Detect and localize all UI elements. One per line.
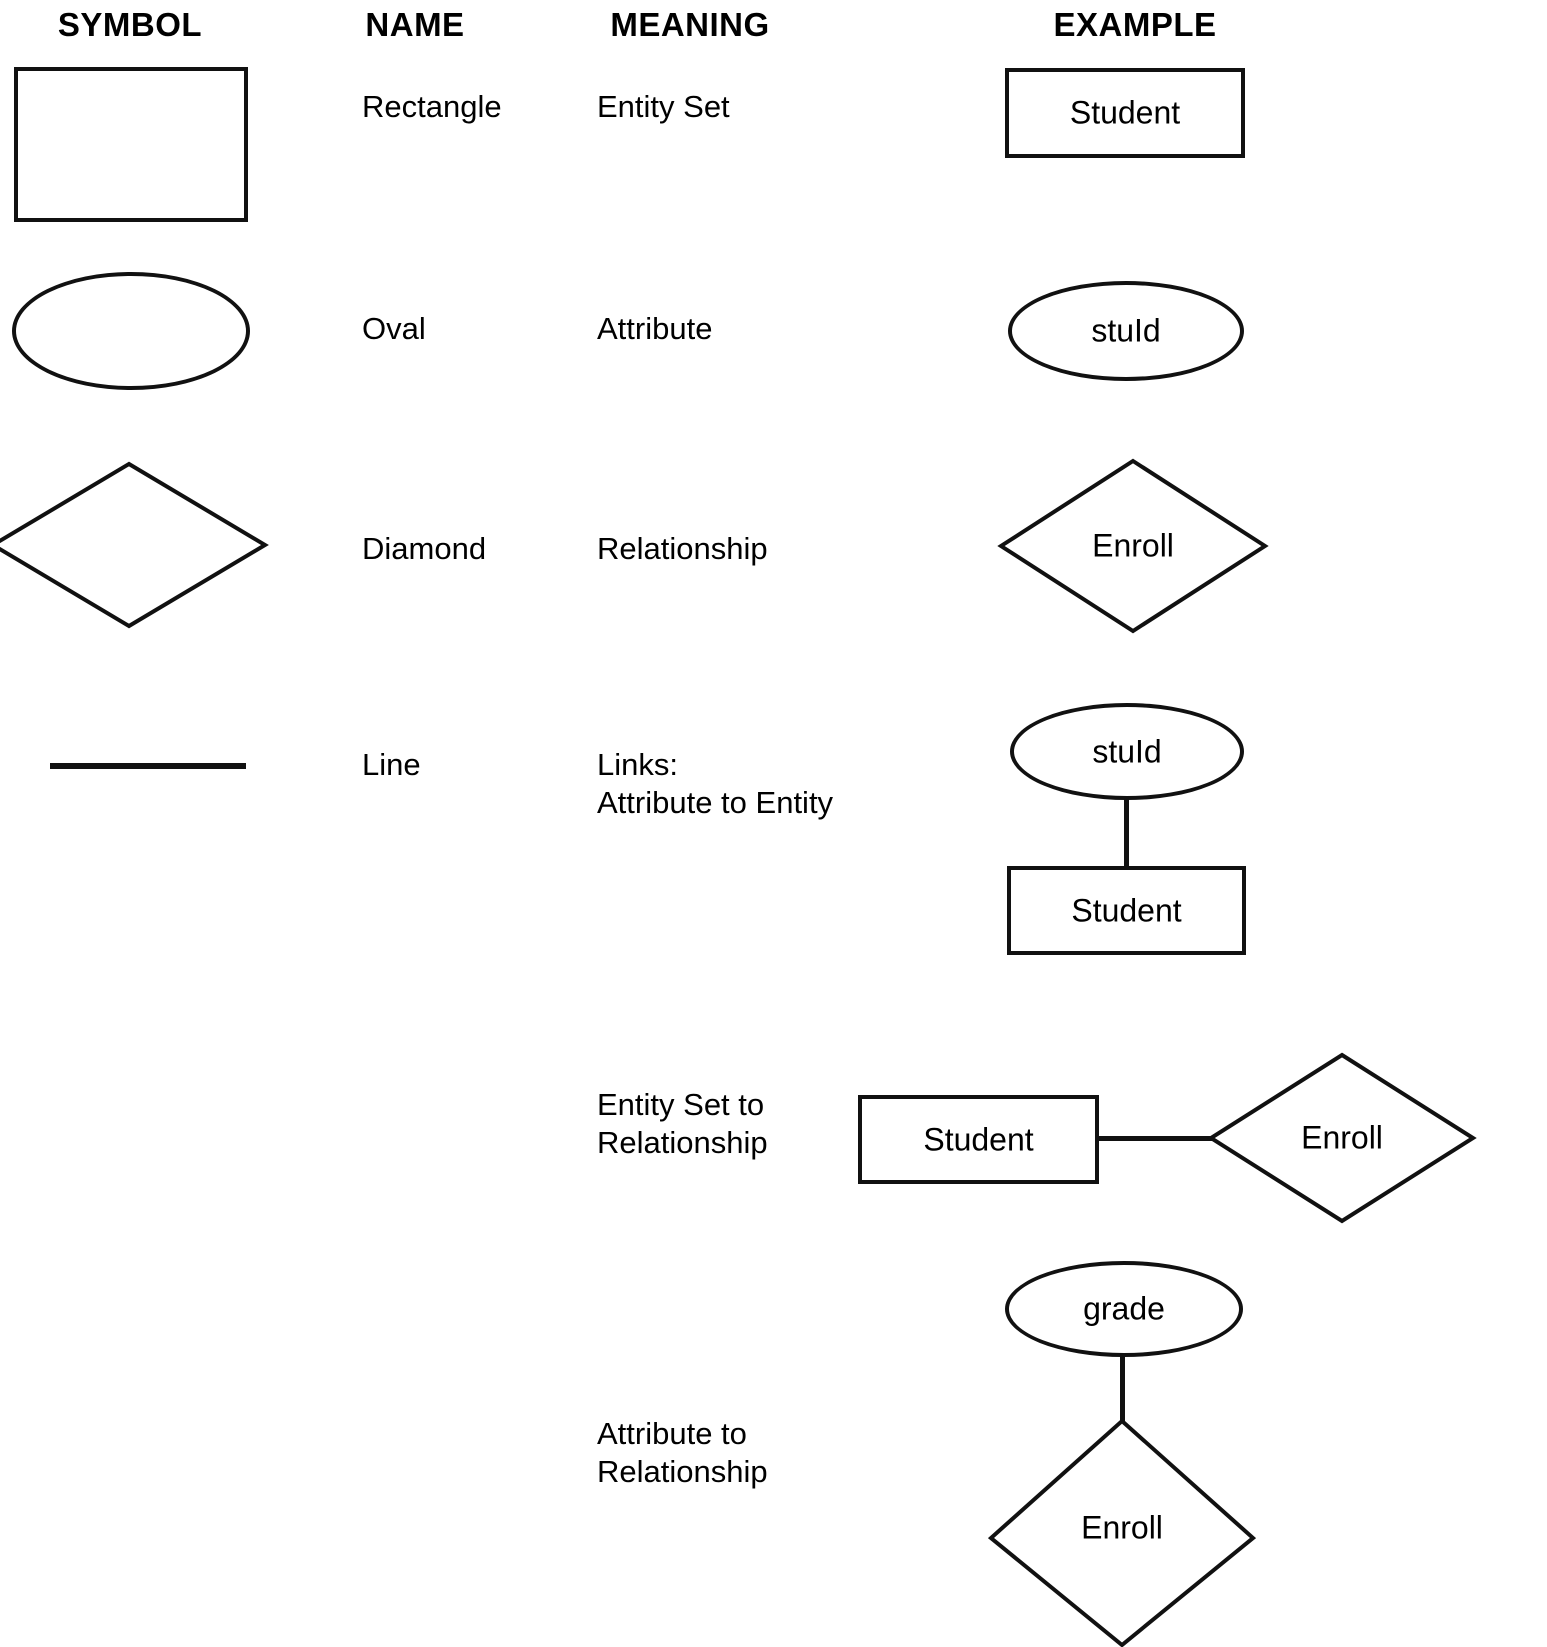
row-meaning-attribute-to-relationship: Attribute to Relationship — [597, 1416, 768, 1489]
example-esr-relationship-diamond-enroll: Enroll — [1207, 1052, 1477, 1224]
column-header-symbol: SYMBOL — [57, 6, 203, 43]
example-attribute-label: stuId — [1091, 312, 1161, 349]
link-line-attribute-to-relationship — [1120, 1354, 1125, 1424]
row-name-diamond: Diamond — [362, 531, 487, 566]
example-esr-entity-rectangle-student: Student — [858, 1095, 1099, 1184]
example-link-entity-label: Student — [1071, 892, 1182, 928]
example-atr-attribute-label: grade — [1083, 1290, 1165, 1327]
row-meaning-attribute: Attribute — [597, 311, 713, 346]
row-name-oval: Oval — [362, 311, 426, 346]
example-link-attribute-label: stuId — [1092, 733, 1162, 769]
column-header-example: EXAMPLE — [1053, 6, 1217, 43]
example-link-entity-rectangle-student: Student — [1007, 866, 1246, 955]
symbol-oval — [12, 272, 250, 390]
symbol-rectangle — [14, 67, 248, 222]
link-line-entity-to-relationship — [1096, 1136, 1212, 1141]
example-link-attribute-oval-stuid: stuId — [1010, 703, 1244, 800]
symbol-line — [50, 763, 246, 769]
row-meaning-links: Links: Attribute to Entity — [597, 747, 834, 820]
example-entity-label: Student — [1069, 94, 1181, 131]
row-meaning-entity-set-to-relationship: Entity Set to Relationship — [597, 1087, 768, 1160]
example-entity-rectangle-student: Student — [1005, 68, 1245, 158]
example-esr-entity-label: Student — [923, 1121, 1034, 1157]
example-atr-relationship-diamond-enroll: Enroll — [987, 1418, 1257, 1647]
row-name-line: Line — [362, 747, 421, 782]
example-attribute-oval-stuid: stuId — [1008, 281, 1244, 381]
row-meaning-relationship: Relationship — [597, 531, 768, 566]
symbol-diamond — [0, 461, 269, 629]
row-name-rectangle: Rectangle — [362, 89, 502, 124]
example-atr-attribute-oval-grade: grade — [1005, 1261, 1243, 1357]
row-meaning-entity-set: Entity Set — [597, 89, 730, 124]
example-relationship-diamond-enroll: Enroll — [997, 458, 1269, 634]
column-header-meaning: MEANING — [610, 6, 770, 43]
link-line-attribute-to-entity — [1124, 797, 1129, 870]
er-notation-legend: SYMBOL NAME MEANING EXAMPLE Rectangle En… — [0, 0, 1547, 1647]
column-header-name: NAME — [365, 6, 465, 43]
